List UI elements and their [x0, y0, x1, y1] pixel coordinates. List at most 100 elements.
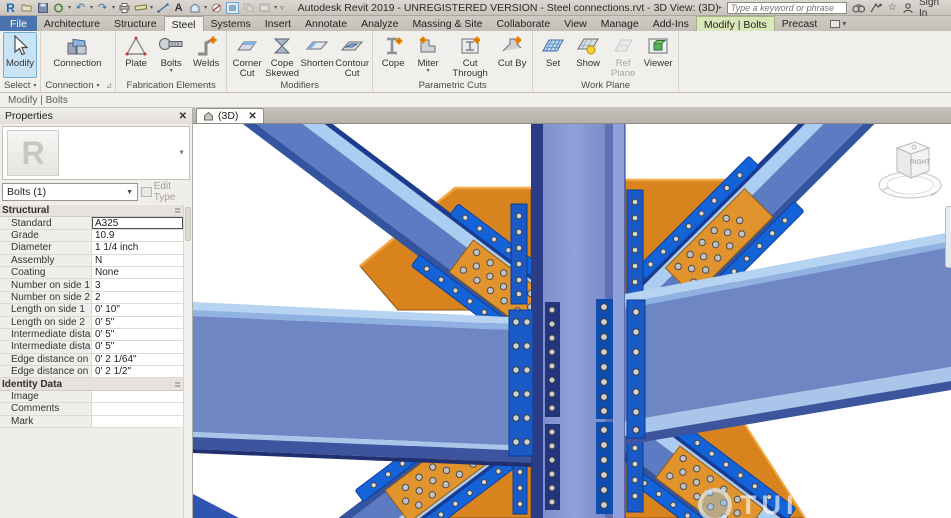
property-row[interactable]: Standard A325 — [0, 217, 183, 229]
redo-icon[interactable]: ↷ — [96, 2, 109, 14]
section-icon[interactable] — [210, 2, 223, 14]
contour-cut-button[interactable]: Contour Cut — [335, 32, 369, 80]
property-value[interactable]: 0' 2 1/64" — [92, 354, 183, 365]
cut-through-button[interactable]: Cut Through — [446, 32, 494, 80]
ribbon-tab[interactable]: Annotate — [298, 16, 354, 31]
welds-button[interactable]: Welds — [189, 32, 223, 78]
ribbon-tab[interactable]: Collaborate — [489, 16, 557, 31]
property-row[interactable]: Number on side 1 3 — [0, 279, 183, 291]
type-selector[interactable]: R ▼ — [2, 126, 190, 180]
ribbon-tab[interactable]: Systems — [204, 16, 258, 31]
sign-in-person-icon[interactable] — [903, 2, 914, 14]
property-row[interactable]: Grade 10.9 — [0, 230, 183, 242]
property-value[interactable]: 0' 10" — [92, 304, 183, 315]
redo-caret-icon[interactable]: ▾ — [112, 4, 115, 11]
ref-plane-button[interactable]: Ref Plane — [606, 32, 640, 80]
property-value[interactable]: 3 — [92, 279, 183, 290]
view-tab-3d[interactable]: (3D) ✕ — [196, 108, 264, 123]
property-value[interactable]: 0' 5" — [92, 341, 183, 352]
customize-qat-icon[interactable]: ▿ — [280, 4, 284, 12]
property-value[interactable] — [92, 391, 183, 402]
beam-right-end-angle[interactable] — [627, 300, 645, 438]
ribbon-tab[interactable]: Modify | Bolts — [696, 16, 775, 31]
ribbon-tab[interactable]: View — [557, 16, 594, 31]
measure-caret-icon[interactable]: ▾ — [150, 4, 153, 11]
undo-caret-icon[interactable]: ▾ — [90, 4, 93, 11]
property-value[interactable]: 1 1/4 inch — [92, 242, 183, 253]
thin-lines-icon[interactable] — [226, 2, 239, 14]
sync-icon[interactable] — [52, 2, 65, 14]
dialog-launcher-icon[interactable]: ◿ — [107, 82, 112, 89]
property-value[interactable]: 0' 5" — [92, 317, 183, 328]
panel-connection-footer[interactable]: Connection▾◿ — [41, 79, 115, 92]
search-input[interactable] — [727, 2, 847, 14]
property-row[interactable]: Assembly N — [0, 255, 183, 267]
property-row[interactable]: Edge distance on side 2 0' 2 1/2" — [0, 366, 183, 378]
connection-button[interactable]: Connection — [53, 32, 101, 78]
show-work-plane-button[interactable]: Show — [571, 32, 605, 78]
property-row[interactable]: Number on side 2 2 — [0, 292, 183, 304]
beam-left[interactable] — [193, 302, 531, 467]
cope-skewed-button[interactable]: Cope Skewed — [265, 32, 299, 80]
open-icon[interactable] — [20, 2, 33, 14]
viewer-button[interactable]: Viewer — [641, 32, 675, 78]
property-row[interactable]: Length on side 2 0' 5" — [0, 317, 183, 329]
property-value[interactable] — [92, 403, 183, 414]
ribbon-tab[interactable]: Manage — [594, 16, 646, 31]
model-canvas[interactable]: RIGHT TUITUISOFT — [193, 124, 951, 518]
property-value[interactable]: 2 — [92, 292, 183, 303]
ribbon-tab[interactable]: Precast — [775, 16, 825, 31]
property-row[interactable]: Length on side 1 0' 10" — [0, 304, 183, 316]
property-value[interactable]: A325 — [92, 217, 183, 228]
ribbon-tab[interactable]: File — [0, 16, 37, 31]
search-binoculars-icon[interactable] — [852, 2, 865, 14]
default-3d-view-icon[interactable] — [188, 2, 201, 14]
measure-icon[interactable] — [134, 2, 147, 14]
property-row[interactable]: Edge distance on side 1 0' 2 1/64" — [0, 354, 183, 366]
bolts-button[interactable]: Bolts ▾ — [154, 32, 188, 78]
ribbon-tab[interactable]: Analyze — [354, 16, 405, 31]
favorites-star-icon[interactable]: ☆ — [887, 2, 898, 14]
property-row[interactable]: Image — [0, 391, 183, 403]
shorten-button[interactable]: Shorten — [300, 32, 334, 78]
set-work-plane-button[interactable]: Set — [536, 32, 570, 78]
ribbon-tab[interactable]: Insert — [258, 16, 298, 31]
property-row[interactable]: Intermediate distance o... 0' 5" — [0, 329, 183, 341]
property-row[interactable]: Coating None — [0, 267, 183, 279]
steel-connection-model[interactable] — [193, 124, 951, 518]
ribbon-tab[interactable]: Structure — [107, 16, 164, 31]
property-value[interactable]: 0' 2 1/2" — [92, 366, 183, 377]
property-value[interactable] — [92, 416, 183, 427]
properties-header[interactable]: Properties ✕ — [0, 108, 192, 124]
property-row[interactable]: Comments — [0, 403, 183, 415]
cut-by-button[interactable]: Cut By — [495, 32, 529, 78]
cope-button[interactable]: Cope — [376, 32, 410, 78]
ribbon-tab[interactable]: Architecture — [37, 16, 107, 31]
property-value[interactable]: 0' 5" — [92, 329, 183, 340]
ribbon-tab[interactable]: Add-Ins — [646, 16, 696, 31]
revit-logo-icon[interactable]: R — [4, 2, 17, 14]
aligned-dimension-icon[interactable] — [156, 2, 169, 14]
property-row[interactable]: Intermediate distance o... 0' 5" — [0, 341, 183, 353]
corner-cut-button[interactable]: Corner Cut — [230, 32, 264, 80]
sync-caret-icon[interactable]: ▾ — [68, 4, 71, 11]
infocenter-collapse-icon[interactable]: ▸ — [719, 4, 722, 11]
property-value[interactable]: N — [92, 255, 183, 266]
switch-windows-caret-icon[interactable]: ▾ — [274, 4, 277, 11]
property-value[interactable]: None — [92, 267, 183, 278]
brace-corner-tip[interactable] — [193, 494, 239, 518]
switch-windows-icon[interactable] — [258, 2, 271, 14]
plate-button[interactable]: Plate — [119, 32, 153, 78]
ribbon-display-toggle[interactable]: ▾ — [830, 16, 846, 31]
ribbon-tab[interactable]: Massing & Site — [405, 16, 489, 31]
type-selector-caret-icon[interactable]: ▼ — [178, 150, 185, 157]
text-icon[interactable]: A — [172, 2, 185, 14]
edit-type-button[interactable]: Edit Type — [141, 183, 190, 201]
communication-center-icon[interactable] — [870, 2, 882, 14]
property-row[interactable]: Structural — [0, 205, 183, 217]
view-tab-close-icon[interactable]: ✕ — [248, 111, 256, 122]
property-row[interactable]: Mark — [0, 416, 183, 428]
print-icon[interactable] — [118, 2, 131, 14]
save-icon[interactable] — [36, 2, 49, 14]
modify-button[interactable]: Modify — [3, 32, 37, 78]
